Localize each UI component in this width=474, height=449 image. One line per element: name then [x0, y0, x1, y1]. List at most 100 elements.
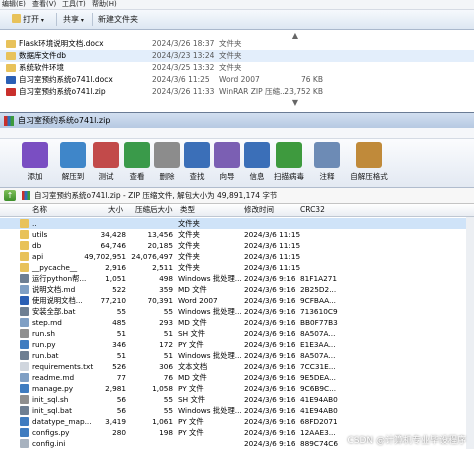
entry-modified: 2024/3/6 9:16 [244, 406, 296, 415]
open-button[interactable]: 打开 ▾ [12, 13, 44, 26]
file-row[interactable]: 数据库文件db 2024/3/23 13:24 文件夹 [0, 50, 474, 62]
entry-type: Windows 批处理... [178, 406, 242, 415]
markdown-file-icon [20, 318, 29, 327]
entry-size: 55 [116, 307, 126, 316]
file-date: 2024/3/26 18:37 [152, 39, 215, 48]
entry-size: 526 [112, 362, 126, 371]
entry-size: 522 [112, 285, 126, 294]
archive-row[interactable]: run.sh 51 51 SH 文件 2024/3/6 9:16 8A507A.… [0, 328, 474, 339]
col-size[interactable]: 大小 [108, 204, 123, 216]
folder-icon [20, 219, 29, 228]
col-type[interactable]: 类型 [180, 204, 195, 216]
menu-help[interactable]: 帮助(H) [92, 0, 117, 9]
tool-test[interactable]: 测试 [89, 142, 123, 186]
archive-row[interactable]: 使用说明文档... 77,210 70,391 Word 2007 2024/3… [0, 295, 474, 306]
menu-view[interactable]: 查看(V) [32, 0, 56, 9]
tool-extract-to[interactable]: 解压到 [56, 142, 90, 186]
batch-file-icon [20, 351, 29, 360]
tool-label: 扫描病毒 [274, 172, 304, 181]
tool-wizard[interactable]: 向导 [210, 142, 244, 186]
archive-row[interactable]: datatype_map... 3,419 1,061 PY 文件 2024/3… [0, 416, 474, 427]
archive-row[interactable]: 说明文档.md 522 359 MD 文件 2024/3/6 9:16 2B25… [0, 284, 474, 295]
archive-row[interactable]: 运行python帮... 1,051 498 Windows 批处理... 20… [0, 273, 474, 284]
file-row[interactable]: 自习室预约系统o741l.zip 2024/3/26 11:33 WinRAR … [0, 86, 474, 98]
tool-view[interactable]: 查看 [120, 142, 154, 186]
entry-crc: 713610C9 [300, 307, 338, 316]
entry-packed: 172 [159, 340, 173, 349]
scroll-down-arrow-icon[interactable]: ▼ [289, 98, 301, 108]
col-packed[interactable]: 压缩后大小 [135, 204, 173, 216]
entry-crc: 41E94AB0 [300, 395, 338, 404]
folder-open-icon [12, 14, 21, 23]
tool-add[interactable]: 添加 [18, 142, 52, 186]
entry-crc: 9CFBAA... [300, 296, 336, 305]
menu-edit[interactable]: 编辑(E) [2, 0, 26, 9]
entry-name: manage.py [32, 384, 74, 393]
entry-crc: 68FD2071 [300, 417, 338, 426]
entry-size: 2,981 [105, 384, 126, 393]
entry-type: SH 文件 [178, 395, 206, 404]
up-folder-button[interactable]: ↑ [4, 190, 16, 201]
entry-size: 51 [116, 329, 126, 338]
entry-name: api [32, 252, 44, 261]
entry-name: init_sql.bat [32, 406, 72, 415]
batch-file-icon [20, 406, 29, 415]
entry-size: 485 [112, 318, 126, 327]
archive-row[interactable]: api 49,702,951 24,076,497 文件夹 2024/3/6 1… [0, 251, 474, 262]
archive-row[interactable]: init_sql.bat 56 55 Windows 批处理... 2024/3… [0, 405, 474, 416]
col-name[interactable]: 名称 [32, 204, 47, 216]
archive-row[interactable]: run.py 346 172 PY 文件 2024/3/6 9:16 E1E3A… [0, 339, 474, 350]
tool-sfx[interactable]: 自解压格式 [346, 142, 392, 186]
extract-to-icon [60, 142, 86, 168]
entry-packed: 76 [163, 373, 173, 382]
entry-size: 1,051 [105, 274, 126, 283]
entry-modified: 2024/3/6 9:16 [244, 439, 296, 448]
archive-row[interactable]: manage.py 2,981 1,058 PY 文件 2024/3/6 9:1… [0, 383, 474, 394]
archive-row[interactable]: __pycache__ 2,916 2,511 文件夹 2024/3/6 11:… [0, 262, 474, 273]
archive-row[interactable]: readme.md 77 76 MD 文件 2024/3/6 9:16 9E5D… [0, 372, 474, 383]
tool-scan-virus[interactable]: 扫描病毒 [272, 142, 306, 186]
menu-tools[interactable]: 工具(T) [62, 0, 86, 9]
entry-crc: 8A507A... [300, 329, 336, 338]
folder-icon [6, 52, 16, 60]
entry-packed: 1,058 [152, 384, 173, 393]
scroll-up-arrow-icon[interactable]: ▲ [289, 31, 301, 41]
column-header: 名称 大小 压缩后大小 类型 修改时间 CRC32 [0, 204, 474, 217]
vertical-scrollbar[interactable] [466, 217, 474, 449]
tool-label: 查看 [129, 172, 145, 181]
tool-delete[interactable]: 删除 [150, 142, 184, 186]
add-icon [22, 142, 48, 168]
archive-row[interactable]: utils 34,428 13,456 文件夹 2024/3/6 11:15 [0, 229, 474, 240]
archive-row[interactable]: step.md 485 293 MD 文件 2024/3/6 9:16 BB0F… [0, 317, 474, 328]
new-folder-button[interactable]: 新建文件夹 [98, 13, 138, 26]
share-button[interactable]: 共享 ▾ [63, 13, 84, 26]
entry-modified: 2024/3/6 9:16 [244, 384, 296, 393]
entry-modified: 2024/3/6 11:15 [244, 263, 301, 272]
tool-comment[interactable]: 注释 [310, 142, 344, 186]
batch-file-icon [20, 307, 29, 316]
archive-row[interactable]: .. 文件夹 [0, 218, 474, 229]
archive-row[interactable]: db 64,746 20,185 文件夹 2024/3/6 11:15 [0, 240, 474, 251]
archive-row[interactable]: 安装全部.bat 55 55 Windows 批处理... 2024/3/6 9… [0, 306, 474, 317]
col-modified[interactable]: 修改时间 [244, 204, 274, 216]
file-row[interactable]: Flask环境说明文档.docx 2024/3/26 18:37 文件夹 [0, 38, 474, 50]
folder-icon [20, 263, 29, 272]
file-row[interactable]: 自习室预约系统o741l.docx 2024/3/6 11:25 Word 20… [0, 74, 474, 86]
file-type: 文件夹 [219, 51, 242, 60]
entry-modified: 2024/3/6 9:16 [244, 285, 296, 294]
word-doc-icon [20, 296, 29, 305]
entry-modified: 2024/3/6 9:16 [244, 395, 296, 404]
archive-row[interactable]: run.bat 51 51 Windows 批处理... 2024/3/6 9:… [0, 350, 474, 361]
entry-modified: 2024/3/6 9:16 [244, 417, 296, 426]
folder-icon [20, 230, 29, 239]
archive-row[interactable]: init_sql.sh 56 55 SH 文件 2024/3/6 9:16 41… [0, 394, 474, 405]
tool-find[interactable]: 查找 [180, 142, 214, 186]
entry-modified: 2024/3/6 9:16 [244, 351, 296, 360]
tool-info[interactable]: 信息 [240, 142, 274, 186]
tool-label: 自解压格式 [350, 172, 388, 181]
file-name: 自习室预约系统o741l.docx [19, 75, 113, 84]
archive-row[interactable]: requirements.txt 526 306 文本文档 2024/3/6 9… [0, 361, 474, 372]
winrar-titlebar[interactable]: 自习室预约系统o741l.zip [0, 113, 474, 128]
col-crc[interactable]: CRC32 [300, 204, 325, 216]
file-row[interactable]: 系统软件环境 2024/3/25 13:32 文件夹 [0, 62, 474, 74]
